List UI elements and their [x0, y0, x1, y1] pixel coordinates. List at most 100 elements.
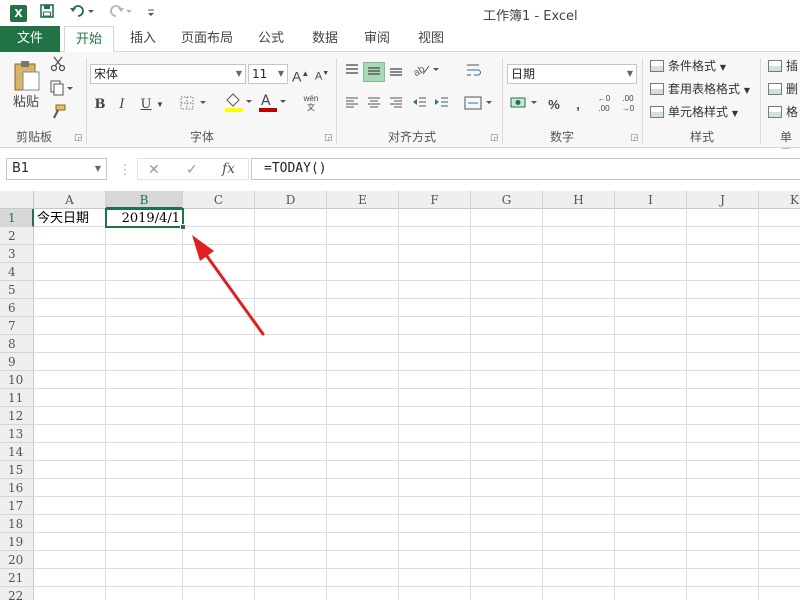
row-header-9[interactable]: 9 [0, 353, 34, 371]
column-header-c[interactable]: C [183, 191, 255, 209]
bold-button[interactable]: B [92, 95, 108, 115]
delete-cells-button[interactable]: 删 [768, 79, 798, 99]
shrink-font-button[interactable]: A▼ [314, 64, 330, 84]
cancel-icon[interactable]: ✕ [148, 158, 164, 180]
decrease-indent-icon[interactable] [410, 95, 430, 115]
gridline [34, 352, 800, 353]
save-icon[interactable] [38, 3, 56, 23]
row-header-18[interactable]: 18 [0, 515, 34, 533]
align-left-icon[interactable] [342, 95, 362, 115]
gridline [34, 442, 800, 443]
drag-handle-icon[interactable]: ⋮ [118, 158, 132, 180]
worksheet-grid[interactable]: A B C D E F G H I J K 1 2 3 4 5 6 7 8 9 10 11 12 13 14 15 16 17 18 19… [0, 191, 800, 600]
row-header-22[interactable]: 22 [0, 587, 34, 600]
alignment-launcher-icon[interactable]: ◲ [490, 132, 499, 143]
italic-button[interactable]: I [114, 95, 130, 115]
enter-icon[interactable]: ✓ [186, 158, 202, 180]
name-box[interactable]: B1 ▼ [6, 158, 107, 180]
row-header-11[interactable]: 11 [0, 389, 34, 407]
currency-icon[interactable] [508, 95, 542, 115]
font-name-select[interactable]: 宋体 ▼ [90, 64, 246, 84]
row-header-19[interactable]: 19 [0, 533, 34, 551]
fill-handle[interactable] [180, 224, 186, 230]
merge-center-icon[interactable] [462, 95, 496, 115]
column-header-i[interactable]: I [615, 191, 687, 209]
tab-data[interactable]: 数据 [304, 26, 346, 52]
select-all-button[interactable] [0, 191, 34, 209]
row-header-15[interactable]: 15 [0, 461, 34, 479]
wrap-text-icon[interactable] [462, 62, 486, 82]
column-header-j[interactable]: J [687, 191, 759, 209]
row-header-4[interactable]: 4 [0, 263, 34, 281]
format-as-table-button[interactable]: 套用表格格式 ▼ [650, 79, 750, 99]
align-top-icon[interactable] [342, 62, 362, 82]
cell-styles-button[interactable]: 单元格样式 ▼ [650, 102, 738, 122]
cell-a1[interactable]: 今天日期 [37, 210, 89, 228]
column-header-e[interactable]: E [327, 191, 399, 209]
percent-button[interactable]: % [546, 95, 562, 115]
conditional-formatting-button[interactable]: 条件格式 ▼ [650, 56, 726, 76]
formula-input[interactable]: =TODAY() [251, 158, 800, 180]
column-header-h[interactable]: H [543, 191, 615, 209]
underline-button[interactable]: U [138, 95, 154, 115]
row-header-14[interactable]: 14 [0, 443, 34, 461]
tab-formulas[interactable]: 公式 [250, 26, 292, 52]
tab-home[interactable]: 开始 [64, 26, 114, 53]
row-header-10[interactable]: 10 [0, 371, 34, 389]
align-right-icon[interactable] [386, 95, 406, 115]
column-header-f[interactable]: F [399, 191, 471, 209]
column-header-b[interactable]: B [106, 191, 183, 209]
insert-function-icon[interactable]: fx [222, 158, 240, 180]
format-painter-icon[interactable] [48, 104, 68, 124]
row-header-5[interactable]: 5 [0, 281, 34, 299]
row-header-8[interactable]: 8 [0, 335, 34, 353]
row-header-3[interactable]: 3 [0, 245, 34, 263]
insert-cells-button[interactable]: 插 [768, 56, 798, 76]
borders-icon[interactable] [178, 95, 210, 115]
grow-font-button[interactable]: A▲ [292, 64, 309, 85]
align-center-icon[interactable] [364, 95, 384, 115]
chevron-down-icon[interactable]: ▼ [154, 95, 166, 115]
decrease-decimal-button[interactable]: .00 →0 [618, 94, 638, 116]
tab-view[interactable]: 视图 [410, 26, 452, 52]
fill-color-icon[interactable] [222, 92, 256, 116]
cut-icon[interactable] [48, 56, 68, 76]
column-header-a[interactable]: A [34, 191, 106, 209]
column-header-g[interactable]: G [471, 191, 543, 209]
number-launcher-icon[interactable]: ◲ [630, 132, 639, 143]
paste-button-label[interactable]: 粘贴 [10, 92, 42, 112]
comma-button[interactable]: , [570, 95, 586, 115]
tab-insert[interactable]: 插入 [122, 26, 164, 52]
format-cells-button[interactable]: 格 [768, 102, 798, 122]
copy-icon[interactable] [48, 80, 76, 100]
tab-file[interactable]: 文件 [0, 26, 60, 52]
row-header-7[interactable]: 7 [0, 317, 34, 335]
increase-indent-icon[interactable] [432, 95, 452, 115]
customize-qat-icon[interactable] [144, 3, 158, 23]
phonetic-guide-button[interactable]: wén 文 [300, 94, 322, 114]
undo-icon[interactable] [68, 3, 96, 23]
paste-icon[interactable] [10, 58, 42, 94]
tab-review[interactable]: 审阅 [356, 26, 398, 52]
row-header-17[interactable]: 17 [0, 497, 34, 515]
clipboard-launcher-icon[interactable]: ◲ [74, 132, 83, 143]
column-header-d[interactable]: D [255, 191, 327, 209]
number-format-select[interactable]: 日期 ▼ [507, 64, 637, 84]
orientation-icon[interactable]: ab [410, 62, 442, 82]
row-header-6[interactable]: 6 [0, 299, 34, 317]
tab-page-layout[interactable]: 页面布局 [174, 26, 240, 52]
row-header-16[interactable]: 16 [0, 479, 34, 497]
row-header-12[interactable]: 12 [0, 407, 34, 425]
column-header-k[interactable]: K [759, 191, 800, 209]
align-middle-icon[interactable] [363, 62, 385, 82]
row-header-21[interactable]: 21 [0, 569, 34, 587]
font-size-select[interactable]: 11 ▼ [248, 64, 288, 84]
font-launcher-icon[interactable]: ◲ [324, 132, 333, 143]
increase-decimal-button[interactable]: ←0 .00 [594, 94, 614, 116]
row-header-13[interactable]: 13 [0, 425, 34, 443]
row-header-20[interactable]: 20 [0, 551, 34, 569]
row-header-2[interactable]: 2 [0, 227, 34, 245]
align-bottom-icon[interactable] [386, 62, 406, 82]
row-header-1[interactable]: 1 [0, 209, 34, 227]
font-color-icon[interactable]: A [256, 92, 290, 116]
